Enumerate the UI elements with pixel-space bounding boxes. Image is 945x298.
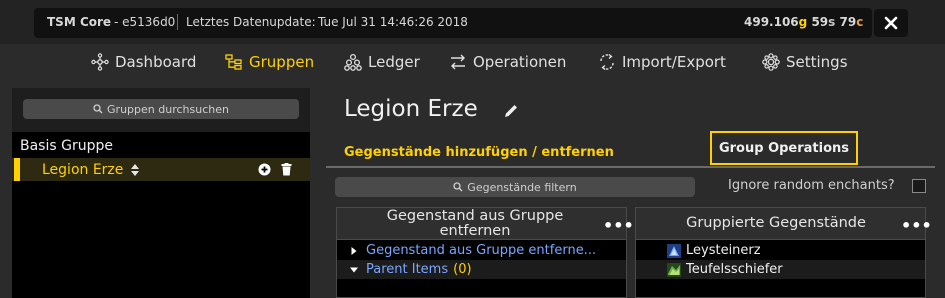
list-item-teufelsschiefer[interactable]: Teufelsschiefer — [636, 260, 925, 279]
import-export-icon — [600, 53, 614, 71]
settings-icon — [762, 53, 780, 71]
parent-items-label: Parent Items — [366, 262, 449, 277]
more-options-icon[interactable]: ••• — [603, 216, 634, 235]
copper-value: 79 — [839, 15, 857, 29]
search-icon — [93, 104, 103, 114]
gold-value: 499.106 — [744, 15, 799, 29]
gold-unit: g — [798, 15, 808, 29]
grouped-items-title: Gruppierte Gegenstände — [686, 215, 866, 231]
tree-item-label: Basis Gruppe — [20, 137, 113, 154]
list-item-label: Leysteinerz — [686, 243, 761, 258]
remove-items-list: Gegenstand aus Gruppe entfernen ••• Gege… — [336, 207, 634, 298]
list-item-label: Gegenstand aus Gruppe entferne... — [366, 243, 597, 258]
add-subgroup-icon[interactable] — [258, 163, 271, 176]
update-label: Letztes Datenupdate: — [186, 15, 316, 29]
main-nav: Dashboard Gruppen Ledger Operationen Imp… — [0, 44, 945, 80]
nav-settings[interactable]: Settings — [762, 50, 848, 74]
tree-item-legion-erze[interactable]: Legion Erze — [12, 158, 310, 181]
list-item-label: Teufelsschiefer — [686, 262, 783, 277]
item-filter-input[interactable]: Gegenstände filtern — [335, 177, 695, 197]
list-item[interactable]: Gegenstand aus Gruppe entferne... — [337, 241, 626, 260]
list-item-parent-items[interactable]: Parent Items (0) — [337, 260, 626, 279]
titlebar-divider — [177, 14, 178, 30]
silver-value: 59 — [811, 15, 829, 29]
ledger-icon — [344, 53, 362, 71]
tab-group-operations[interactable]: Group Operations — [710, 131, 858, 165]
nav-settings-label: Settings — [786, 53, 848, 71]
operations-icon — [451, 54, 465, 70]
close-icon — [884, 16, 898, 30]
list-item-leysteinerz[interactable]: Leysteinerz — [636, 241, 925, 260]
nav-import-export[interactable]: Import/Export — [598, 50, 726, 74]
nav-import-export-label: Import/Export — [622, 53, 726, 71]
nav-ledger-label: Ledger — [368, 53, 420, 71]
remove-items-header: Gegenstand aus Gruppe entfernen ••• — [337, 208, 634, 240]
nav-groups[interactable]: Gruppen — [225, 50, 314, 74]
edit-icon[interactable] — [503, 103, 519, 119]
felslate-icon — [667, 262, 681, 277]
nav-ledger[interactable]: Ledger — [344, 50, 420, 74]
gold-amount: 499.106g 59s 79c — [744, 15, 863, 29]
sort-arrows-icon[interactable] — [130, 163, 140, 177]
search-icon — [453, 182, 463, 192]
close-button[interactable] — [874, 9, 908, 37]
tabs-divider — [326, 166, 935, 168]
selection-indicator — [14, 158, 20, 181]
more-options-icon[interactable]: ••• — [901, 216, 932, 235]
groups-icon — [225, 54, 242, 70]
leystone-ore-icon — [667, 243, 681, 258]
group-search-header: Gruppen durchsuchen — [12, 88, 310, 132]
ignore-random-enchants-checkbox[interactable] — [912, 179, 926, 193]
parent-items-count: (0) — [453, 262, 472, 277]
ignore-random-enchants-label: Ignore random enchants? — [728, 178, 895, 193]
chevron-down-icon — [350, 267, 358, 272]
tree-item-basis-gruppe[interactable]: Basis Gruppe — [12, 134, 310, 157]
app-name: TSM Core — [47, 15, 112, 29]
remove-items-title: Gegenstand aus Gruppe entfernen — [386, 208, 564, 239]
grouped-items-list: Gruppierte Gegenstände ••• Leysteinerz T… — [635, 207, 932, 298]
group-search-input[interactable]: Gruppen durchsuchen — [23, 99, 299, 119]
tsm-window: TSM Core - e5136d0 Letztes Datenupdate: … — [0, 0, 945, 298]
nav-groups-label: Gruppen — [249, 53, 315, 71]
nav-dashboard-label: Dashboard — [115, 53, 197, 71]
chevron-right-icon — [351, 246, 357, 255]
delete-icon[interactable] — [281, 163, 292, 176]
group-tree-panel: Gruppen durchsuchen Basis Gruppe Legion … — [12, 88, 310, 298]
silver-unit: s — [828, 15, 836, 29]
tree-item-label: Legion Erze — [42, 161, 124, 178]
tab-group-operations-label: Group Operations — [718, 140, 850, 156]
update-time: Tue Jul 31 14:46:26 2018 — [318, 15, 468, 29]
nav-dashboard[interactable]: Dashboard — [91, 50, 196, 74]
copper-unit: c — [856, 15, 864, 29]
nav-operations-label: Operationen — [473, 53, 567, 71]
tab-add-remove-items[interactable]: Gegenstände hinzufügen / entfernen — [344, 145, 614, 160]
nav-operations[interactable]: Operationen — [449, 50, 566, 74]
group-search-placeholder: Gruppen durchsuchen — [107, 102, 229, 116]
grouped-items-header: Gruppierte Gegenstände ••• — [636, 208, 932, 240]
dashboard-icon — [91, 53, 109, 71]
page-title: Legion Erze — [344, 96, 478, 122]
app-version: - e5136d0 — [114, 15, 176, 29]
item-filter-placeholder: Gegenstände filtern — [467, 180, 577, 194]
group-detail-panel: Legion Erze Gegenstände hinzufügen / ent… — [326, 88, 945, 298]
